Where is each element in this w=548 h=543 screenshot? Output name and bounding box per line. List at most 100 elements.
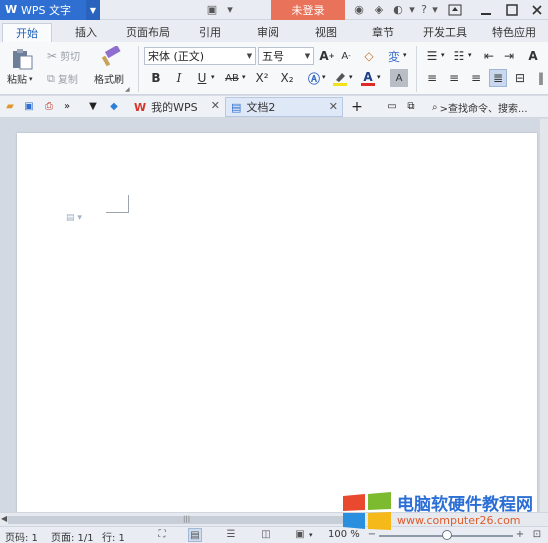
font-family-select[interactable]: 宋体 (正文) ▼ [144, 47, 256, 65]
chevron-down-icon[interactable]: ▾ [211, 73, 215, 81]
chevron-down-icon[interactable]: ▾ [309, 531, 313, 539]
more-icon[interactable]: » [60, 100, 74, 114]
save-icon[interactable]: ▣ [22, 100, 36, 114]
skin-icon[interactable]: ▣ [205, 3, 219, 17]
distributed-align-icon[interactable]: ⊟ [511, 69, 529, 87]
restore-ribbon-button[interactable] [443, 0, 467, 20]
text-effect-icon[interactable]: Ⓐ [305, 69, 323, 87]
font-color-button[interactable]: A [359, 69, 377, 87]
cube-icon[interactable]: ◆ [107, 100, 121, 114]
bullet-list-icon[interactable]: ☰ [423, 47, 441, 65]
shrink-font-button[interactable]: A- [337, 47, 355, 65]
paste-options-icon[interactable]: ▤ ▾ [66, 211, 90, 225]
tab-page-layout[interactable]: 页面布局 [118, 23, 178, 42]
chevron-down-icon[interactable]: ▾ [223, 3, 237, 17]
scissors-icon: ✂ [47, 48, 58, 63]
settings-icon[interactable]: ◐ [391, 3, 405, 17]
highlighter-icon [333, 73, 347, 86]
paste-icon[interactable] [10, 48, 34, 70]
align-right-icon[interactable]: ≡ [467, 69, 485, 87]
login-button[interactable]: 未登录 [271, 0, 345, 20]
chevron-down-icon: ▼ [246, 52, 253, 60]
decrease-indent-icon[interactable]: ⇤ [480, 47, 498, 65]
vertical-scrollbar[interactable] [540, 119, 548, 512]
phonetic-guide-icon[interactable]: 変 [385, 47, 403, 65]
strikethrough-button[interactable]: AB [222, 69, 242, 87]
folder-icon[interactable]: ▰ [3, 100, 17, 114]
underline-button[interactable]: U [193, 69, 211, 87]
app-menu-button[interactable]: W WPS 文字 ▼ [0, 0, 100, 20]
dialog-launcher-icon[interactable]: ◢ [125, 86, 130, 93]
wps-logo-icon: W [5, 3, 18, 16]
screen-icon[interactable]: ▭ [385, 100, 399, 114]
clear-format-icon[interactable]: ◇ [360, 47, 378, 65]
grip-icon: ||| [183, 515, 191, 523]
cloud-icon[interactable]: ◉ [352, 3, 366, 17]
gift-icon[interactable]: ◈ [372, 3, 386, 17]
chevron-down-icon[interactable]: ▾ [322, 73, 326, 81]
maximize-button[interactable] [500, 0, 524, 20]
chevron-down-icon[interactable]: ▾ [441, 51, 445, 59]
font-size-select[interactable]: 五号 ▼ [258, 47, 314, 65]
character-shading-icon[interactable]: A [390, 69, 408, 87]
outline-view-icon[interactable]: ☰ [224, 528, 238, 542]
shrink-font-icon: A [341, 50, 349, 62]
tab-developer[interactable]: 开发工具 [416, 23, 474, 42]
add-tab-button[interactable]: + [350, 100, 364, 114]
arrow-left-icon[interactable]: ◀ [1, 514, 7, 523]
web-view-icon[interactable]: ◫ [259, 528, 273, 542]
command-search[interactable]: ⌕ >查找命令、搜索... [432, 98, 548, 116]
chevron-down-icon[interactable]: ▾ [428, 3, 442, 17]
divider [138, 46, 139, 92]
tab-chapter[interactable]: 章节 [363, 23, 403, 42]
tab-home[interactable]: 开始 [2, 23, 52, 42]
minimize-button[interactable] [474, 0, 498, 20]
tab-my-wps[interactable]: W 我的WPS ✕ [128, 97, 224, 117]
chevron-down-icon[interactable]: ▼ [86, 100, 100, 114]
subscript-button[interactable]: X₂ [277, 69, 297, 87]
chevron-down-icon[interactable]: ▾ [242, 73, 246, 81]
tab-document[interactable]: ▤ 文档2 ✕ [225, 97, 343, 117]
document-page[interactable] [17, 133, 537, 512]
close-button[interactable] [525, 0, 548, 20]
copy-label: 复制 [57, 75, 78, 86]
tab-insert[interactable]: 插入 [64, 23, 108, 42]
chevron-down-icon[interactable]: ▾ [377, 73, 381, 81]
format-painter-icon[interactable] [100, 45, 124, 68]
minimize-icon [481, 13, 491, 15]
numbered-list-icon[interactable]: ☷ [450, 47, 468, 65]
copy-button[interactable]: ⧉ 复制 [47, 71, 78, 87]
justify-icon[interactable]: ≣ [489, 69, 507, 87]
tab-special-apps[interactable]: 特色应用 [482, 23, 546, 42]
italic-button[interactable]: I [170, 69, 188, 87]
restore-icon[interactable]: ⧉ [404, 100, 418, 114]
tab-references[interactable]: 引用 [190, 23, 230, 42]
paste-button[interactable]: 粘贴 ▾ [7, 71, 33, 87]
windows-logo-icon [343, 492, 391, 530]
highlight-button[interactable] [331, 69, 349, 87]
line-spacing-icon[interactable]: ‖ [532, 69, 548, 87]
tab-view[interactable]: 视图 [306, 23, 346, 42]
document-tab-bar: ▰ ▣ ⎙ » ▼ ◆ W 我的WPS ✕ ▤ 文档2 ✕ + ▭ ⧉ ⌕ >查… [0, 96, 548, 118]
grow-font-icon: A [319, 49, 329, 63]
superscript-button[interactable]: X² [252, 69, 272, 87]
bold-button[interactable]: B [147, 69, 165, 87]
chevron-down-icon[interactable]: ▼ [86, 0, 100, 20]
align-center-icon[interactable]: ≡ [445, 69, 463, 87]
increase-indent-icon[interactable]: ⇥ [500, 47, 518, 65]
chinese-layout-icon[interactable]: A [524, 47, 542, 65]
close-tab-icon[interactable]: ✕ [329, 100, 338, 113]
reading-view-icon[interactable]: ▣ [293, 528, 307, 542]
format-painter-button[interactable]: 格式刷 [94, 71, 124, 86]
tab-review[interactable]: 审阅 [248, 23, 288, 42]
chevron-down-icon[interactable]: ▾ [403, 51, 407, 59]
fullscreen-icon[interactable]: ⛶ [155, 528, 169, 542]
close-tab-icon[interactable]: ✕ [211, 99, 220, 112]
cut-button[interactable]: ✂ 剪切 [47, 48, 80, 64]
chevron-down-icon[interactable]: ▾ [468, 51, 472, 59]
chevron-down-icon[interactable]: ▾ [349, 73, 353, 81]
page-view-icon[interactable]: ▤ [188, 528, 202, 542]
align-left-icon[interactable]: ≡ [423, 69, 441, 87]
grow-font-button[interactable]: A + [318, 47, 336, 65]
print-icon[interactable]: ⎙ [42, 100, 56, 114]
